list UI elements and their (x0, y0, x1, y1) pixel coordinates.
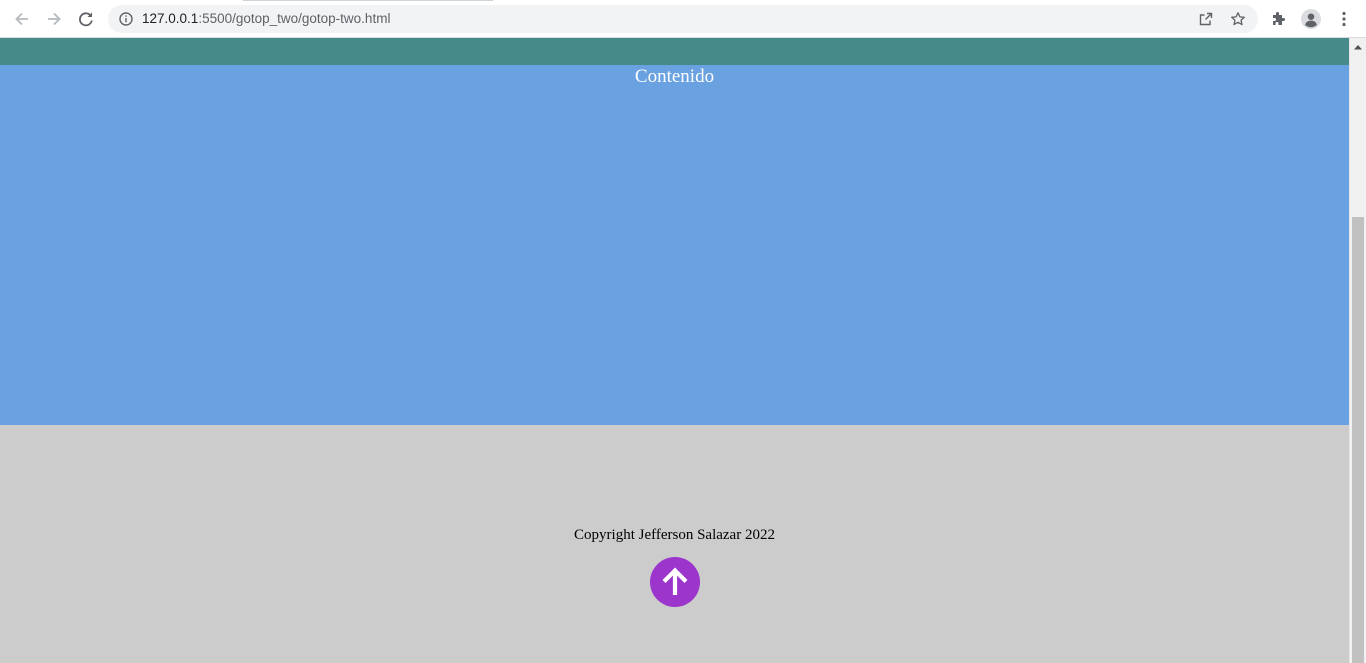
url-text[interactable]: 127.0.0.1:5500/gotop_two/gotop-two.html (142, 11, 390, 27)
url-path: :5500/gotop_two/gotop-two.html (198, 11, 391, 26)
profile-icon[interactable] (1301, 9, 1321, 29)
info-icon[interactable] (118, 11, 134, 27)
content-section: Contenido (0, 65, 1349, 425)
content-title: Contenido (634, 66, 715, 87)
active-tab-edge (243, 0, 493, 1)
back-button[interactable] (10, 7, 34, 31)
scroll-up-arrow-icon[interactable] (1350, 38, 1366, 55)
vertical-scrollbar[interactable] (1349, 38, 1366, 663)
address-bar[interactable]: 127.0.0.1:5500/gotop_two/gotop-two.html (108, 5, 1258, 33)
arrow-up-icon (662, 567, 688, 595)
share-icon[interactable] (1198, 11, 1214, 27)
puzzle-icon[interactable] (1269, 9, 1289, 29)
go-to-top-button[interactable] (650, 557, 700, 607)
copyright-text: Copyright Jefferson Salazar 2022 (574, 527, 775, 543)
star-icon[interactable] (1230, 11, 1246, 27)
kebab-menu-icon[interactable] (1334, 9, 1354, 29)
reload-icon (79, 12, 93, 27)
footer: Copyright Jefferson Salazar 2022 (0, 425, 1349, 663)
browser-toolbar: 127.0.0.1:5500/gotop_two/gotop-two.html (0, 0, 1366, 38)
arrow-left-icon (15, 12, 28, 26)
reload-button[interactable] (74, 7, 98, 31)
url-host: 127.0.0.1 (142, 11, 199, 26)
scrollbar-thumb[interactable] (1352, 217, 1364, 663)
page-header (0, 38, 1349, 65)
forward-button[interactable] (42, 7, 66, 31)
arrow-right-icon (48, 12, 61, 26)
